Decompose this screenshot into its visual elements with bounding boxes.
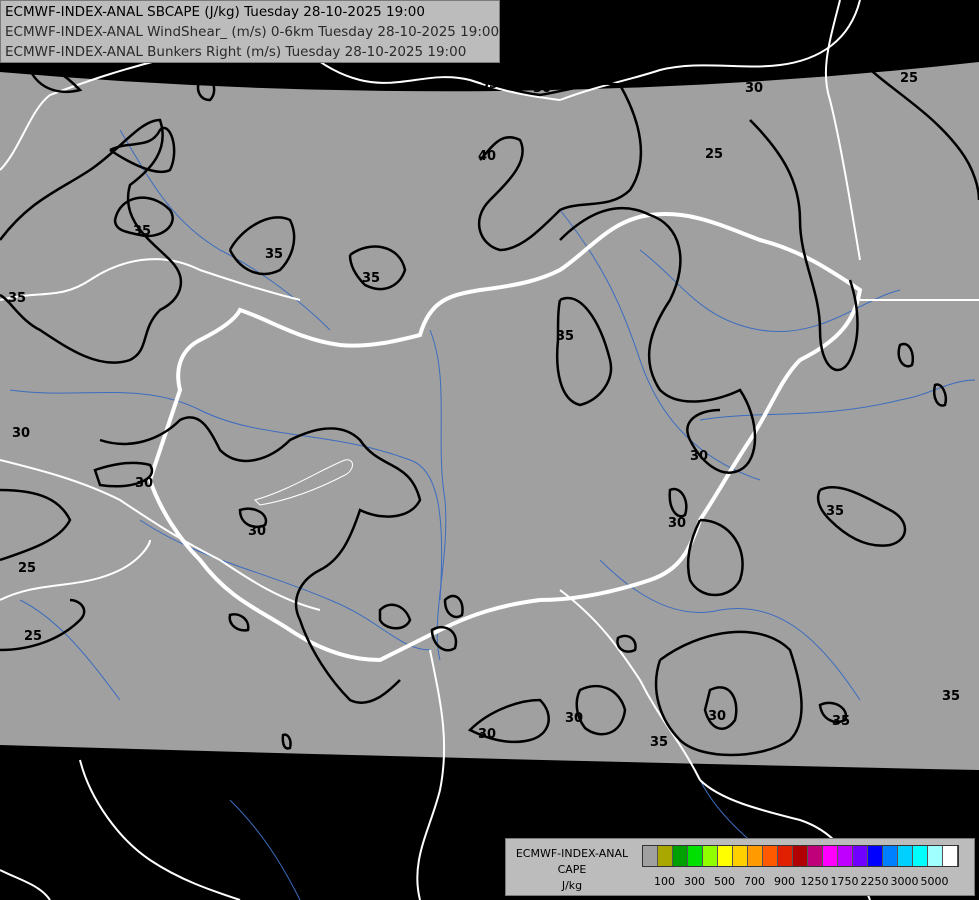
contour-label: 30 <box>690 449 708 464</box>
contour-label: 25 <box>900 71 918 86</box>
legend-swatch <box>823 846 838 866</box>
contour-label: 35 <box>480 77 498 92</box>
contour-label: 30 <box>478 727 496 742</box>
legend-tick-label: 900 <box>774 875 795 888</box>
legend-swatch <box>943 846 958 866</box>
legend-swatch <box>928 846 943 866</box>
contour-label: 30 <box>248 524 266 539</box>
header-line-windshear: ECMWF-INDEX-ANAL WindShear_ (m/s) 0-6km … <box>5 24 500 40</box>
legend-tick-label: 1250 <box>800 875 829 888</box>
legend-swatch <box>733 846 748 866</box>
contour-label: 30 <box>135 476 153 491</box>
contour-label: 25 <box>24 629 42 644</box>
legend-swatch <box>673 846 688 866</box>
legend-swatch <box>838 846 853 866</box>
legend-tick-label: 3000 <box>890 875 919 888</box>
legend-tick-label: 5000 <box>920 875 949 888</box>
contour-label: 35 <box>133 224 151 239</box>
contour-label: 30 <box>565 711 583 726</box>
contour-label: 30 <box>533 81 551 96</box>
contour-label: 35 <box>826 504 844 519</box>
legend-swatch <box>748 846 763 866</box>
contour-label: 30 <box>12 426 30 441</box>
legend-color-scale <box>642 845 959 867</box>
map-header: ECMWF-INDEX-ANAL SBCAPE (J/kg) Tuesday 2… <box>0 0 500 63</box>
cape-legend: ECMWF-INDEX-ANAL CAPE J/kg 100 300 500 700 9… <box>505 838 975 896</box>
legend-tick-label: 300 <box>684 875 705 888</box>
legend-swatch <box>793 846 808 866</box>
contour-label: 40 <box>478 149 496 164</box>
legend-swatch <box>898 846 913 866</box>
legend-tick-labels: 100 300 500 700 900 1250 1750 2250 3000 5000 <box>506 875 976 889</box>
legend-swatch <box>658 846 673 866</box>
legend-title-source: ECMWF-INDEX-ANAL <box>515 847 629 860</box>
legend-swatch <box>643 846 658 866</box>
legend-tick-label: 2250 <box>860 875 889 888</box>
legend-swatch <box>853 846 868 866</box>
contour-label: 30 <box>668 516 686 531</box>
contour-label: 25 <box>18 561 36 576</box>
weather-map: 35 30 25 40 25 30 35 35 35 35 35 35 30 3… <box>0 0 979 900</box>
legend-swatch <box>883 846 898 866</box>
contour-label: 35 <box>556 329 574 344</box>
legend-tick-label: 1750 <box>830 875 859 888</box>
contour-label: 30 <box>708 709 726 724</box>
header-line-sbcape: ECMWF-INDEX-ANAL SBCAPE (J/kg) Tuesday 2… <box>5 4 425 20</box>
legend-tick-label: 700 <box>744 875 765 888</box>
legend-swatch <box>808 846 823 866</box>
legend-swatch <box>718 846 733 866</box>
legend-swatch <box>913 846 928 866</box>
contour-label: 25 <box>705 147 723 162</box>
contour-label: 35 <box>8 291 26 306</box>
legend-tick-label: 100 <box>654 875 675 888</box>
legend-tick-label: 500 <box>714 875 735 888</box>
contour-label: 35 <box>832 714 850 729</box>
legend-swatch <box>703 846 718 866</box>
contour-label: 35 <box>650 735 668 750</box>
contour-label: 35 <box>362 271 380 286</box>
legend-swatch <box>778 846 793 866</box>
contour-label: 35 <box>942 689 960 704</box>
header-line-bunkers: ECMWF-INDEX-ANAL Bunkers Right (m/s) Tue… <box>5 44 467 60</box>
contour-label: 30 <box>745 81 763 96</box>
legend-swatch <box>868 846 883 866</box>
legend-swatch <box>688 846 703 866</box>
contour-label: 35 <box>265 247 283 262</box>
legend-swatch <box>763 846 778 866</box>
